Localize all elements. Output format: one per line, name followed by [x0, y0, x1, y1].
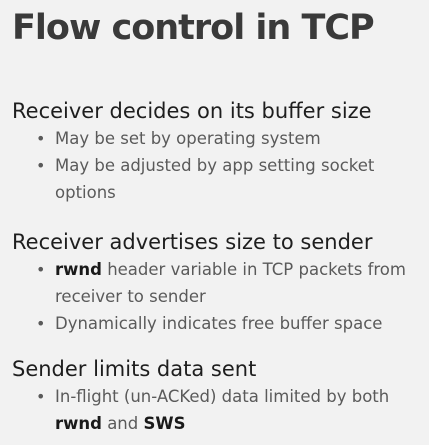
section-heading: Receiver decides on its buffer size	[12, 99, 372, 123]
bullet-icon: •	[36, 129, 46, 148]
bullet-text: May be adjusted by app setting socket op…	[55, 156, 375, 202]
bullet-keyword: rwnd	[55, 414, 102, 433]
bullet-text: header variable in TCP packets from rece…	[55, 260, 406, 306]
bullet-keyword: rwnd	[55, 260, 102, 279]
bullet-item: • May be set by operating system	[12, 125, 425, 152]
bullet-list: • In-flight (un-ACKed) data limited by b…	[12, 383, 425, 437]
section-advertise-size: Receiver advertises size to sender • rwn…	[12, 229, 425, 337]
section-heading: Sender limits data sent	[12, 357, 257, 381]
bullet-list: • rwnd header variable in TCP packets fr…	[12, 256, 425, 337]
bullet-icon: •	[36, 260, 46, 279]
bullet-text: and	[101, 414, 144, 433]
bullet-item: • rwnd header variable in TCP packets fr…	[12, 256, 425, 310]
bullet-icon: •	[36, 387, 46, 406]
slide-title: Flow control in TCP	[12, 8, 375, 48]
slide: Flow control in TCP Receiver decides on …	[0, 0, 429, 445]
bullet-icon: •	[36, 314, 46, 333]
bullet-item: • Dynamically indicates free buffer spac…	[12, 310, 425, 337]
section-heading: Receiver advertises size to sender	[12, 230, 373, 254]
bullet-text: In-flight (un-ACKed) data limited by bot…	[55, 387, 390, 406]
bullet-list: • May be set by operating system • May b…	[12, 125, 425, 206]
bullet-item: • In-flight (un-ACKed) data limited by b…	[12, 383, 425, 437]
section-sender-limits: Sender limits data sent • In-flight (un-…	[12, 356, 425, 437]
bullet-icon: •	[36, 156, 46, 175]
bullet-item: • May be adjusted by app setting socket …	[12, 152, 425, 206]
bullet-keyword: SWS	[143, 414, 186, 433]
bullet-text: May be set by operating system	[55, 129, 321, 148]
bullet-text: Dynamically indicates free buffer space	[55, 314, 383, 333]
section-buffer-size: Receiver decides on its buffer size • Ma…	[12, 98, 425, 206]
